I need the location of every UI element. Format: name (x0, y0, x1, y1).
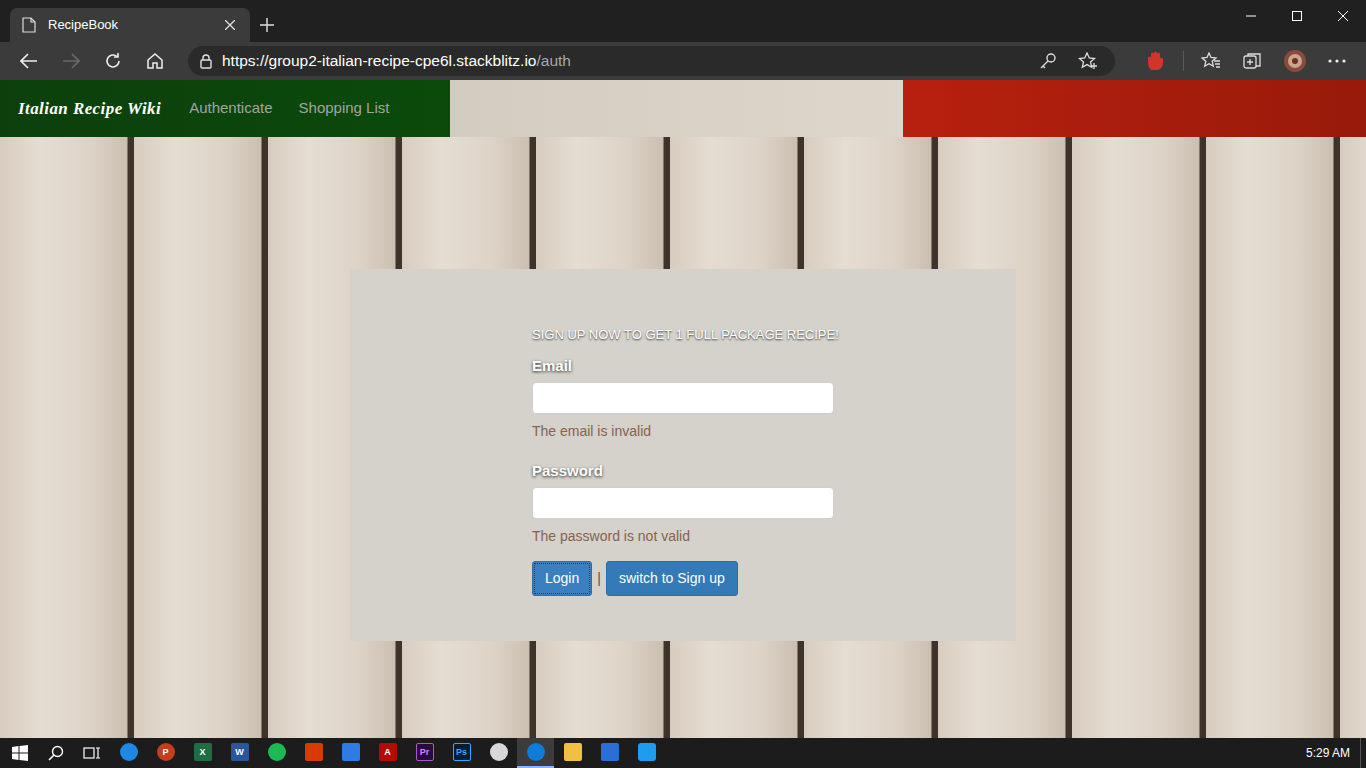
plus-icon (260, 18, 274, 32)
password-input[interactable] (532, 487, 834, 519)
title-bar: RecipeBook (0, 0, 1366, 42)
favorites-icon[interactable] (1196, 52, 1226, 70)
clock[interactable]: 5:29 AM (1296, 744, 1360, 762)
taskbar: P X W A Pr Ps 5:29 AM (0, 738, 1366, 768)
close-tab-icon[interactable] (222, 20, 238, 30)
toolbar-separator (1183, 51, 1184, 71)
taskbar-app[interactable]: A (369, 738, 406, 768)
taskbar-app[interactable] (258, 738, 295, 768)
task-view-icon[interactable] (74, 745, 110, 761)
add-favorite-icon[interactable] (1073, 52, 1103, 70)
search-icon[interactable] (38, 745, 74, 761)
app-icon (342, 743, 360, 761)
app-glyph: Ps (456, 748, 467, 757)
forward-arrow-icon[interactable] (56, 53, 86, 69)
field-label: Password (532, 462, 834, 480)
maximize-icon (1292, 11, 1302, 21)
taskbar-app[interactable]: W (221, 738, 258, 768)
app-icon: Pr (416, 743, 434, 761)
collections-icon[interactable] (1238, 52, 1268, 70)
taskbar-app[interactable] (517, 738, 554, 768)
app-glyph: X (199, 748, 205, 757)
taskbar-app[interactable] (295, 738, 332, 768)
taskbar-app[interactable]: Pr (406, 738, 443, 768)
auth-form: SIGN UP NOW TO GET 1 FULL PACKAGE RECIPE… (532, 327, 834, 596)
form-field: Password The password is not valid (532, 462, 834, 545)
app-glyph: Pr (420, 748, 430, 757)
app-glyph: P (162, 748, 168, 757)
tab[interactable]: RecipeBook (10, 8, 250, 42)
wood-background: SIGN UP NOW TO GET 1 FULL PACKAGE RECIPE… (0, 137, 1366, 738)
close-button[interactable] (1320, 0, 1366, 32)
button-row: Login|switch to Sign up (532, 561, 834, 596)
app-icon: A (379, 743, 397, 761)
more-menu-icon[interactable] (1322, 59, 1352, 63)
field-label: Email (532, 357, 834, 375)
form-field: Email The email is invalid (532, 357, 834, 440)
switch-signup-button[interactable]: switch to Sign up (606, 561, 738, 596)
app-icon (305, 743, 323, 761)
tab-strip: RecipeBook (0, 0, 250, 42)
url-path: /auth (536, 52, 570, 69)
app-icon (120, 743, 138, 761)
app-icon (527, 743, 545, 761)
app-icon: W (231, 743, 249, 761)
taskbar-app[interactable] (554, 738, 591, 768)
refresh-icon[interactable] (98, 52, 128, 70)
login-button[interactable]: Login (532, 561, 592, 596)
maximize-button[interactable] (1274, 0, 1320, 32)
show-desktop-button[interactable] (1360, 738, 1366, 768)
app-glyph: A (384, 748, 391, 757)
navbar: Italian Recipe Wiki Authenticate Shopping … (0, 80, 1366, 137)
back-arrow-icon[interactable] (14, 53, 44, 69)
app-icon (564, 743, 582, 761)
form-heading: SIGN UP NOW TO GET 1 FULL PACKAGE RECIPE… (532, 327, 834, 343)
taskbar-app[interactable] (110, 738, 147, 768)
lock-icon (200, 54, 212, 69)
page: Italian Recipe Wiki Authenticate Shopping … (0, 80, 1366, 738)
taskbar-app[interactable] (332, 738, 369, 768)
page-icon (22, 17, 36, 33)
taskbar-app[interactable] (591, 738, 628, 768)
nav-link[interactable]: Shopping List (299, 97, 390, 120)
profile-avatar-icon[interactable] (1280, 49, 1310, 73)
new-tab-button[interactable] (250, 8, 284, 42)
tab-label: RecipeBook (48, 15, 210, 35)
app-glyph: W (235, 748, 244, 757)
email-input[interactable] (532, 382, 834, 414)
minimize-button[interactable] (1228, 0, 1274, 32)
taskbar-app[interactable]: Ps (443, 738, 480, 768)
toolbar: https://group2-italian-recipe-cpe6l.stac… (0, 42, 1366, 80)
nav-link[interactable]: Authenticate (189, 97, 272, 120)
brand-link[interactable]: Italian Recipe Wiki (18, 96, 161, 122)
app-icon (601, 743, 619, 761)
login-card: SIGN UP NOW TO GET 1 FULL PACKAGE RECIPE… (350, 269, 1016, 641)
field-error: The password is not valid (532, 527, 834, 545)
app-icon: Ps (453, 743, 471, 761)
start-icon[interactable] (2, 745, 38, 761)
url-text: https://group2-italian-recipe-cpe6l.stac… (222, 49, 1023, 72)
close-icon (1338, 11, 1348, 21)
field-error: The email is invalid (532, 422, 834, 440)
app-icon: P (157, 743, 175, 761)
app-icon: X (194, 743, 212, 761)
extension-icon[interactable] (1141, 51, 1171, 71)
address-bar[interactable]: https://group2-italian-recipe-cpe6l.stac… (188, 46, 1115, 76)
taskbar-app[interactable]: P (147, 738, 184, 768)
taskbar-app[interactable] (628, 738, 665, 768)
app-icon (638, 743, 656, 761)
url-host: https://group2-italian-recipe-cpe6l.stac… (222, 52, 536, 69)
separator: | (597, 568, 601, 589)
app-icon (268, 743, 286, 761)
home-icon[interactable] (140, 52, 170, 70)
app-icon (490, 743, 508, 761)
minimize-icon (1246, 11, 1256, 21)
key-icon[interactable] (1033, 52, 1063, 70)
taskbar-app[interactable]: X (184, 738, 221, 768)
taskbar-app[interactable] (480, 738, 517, 768)
